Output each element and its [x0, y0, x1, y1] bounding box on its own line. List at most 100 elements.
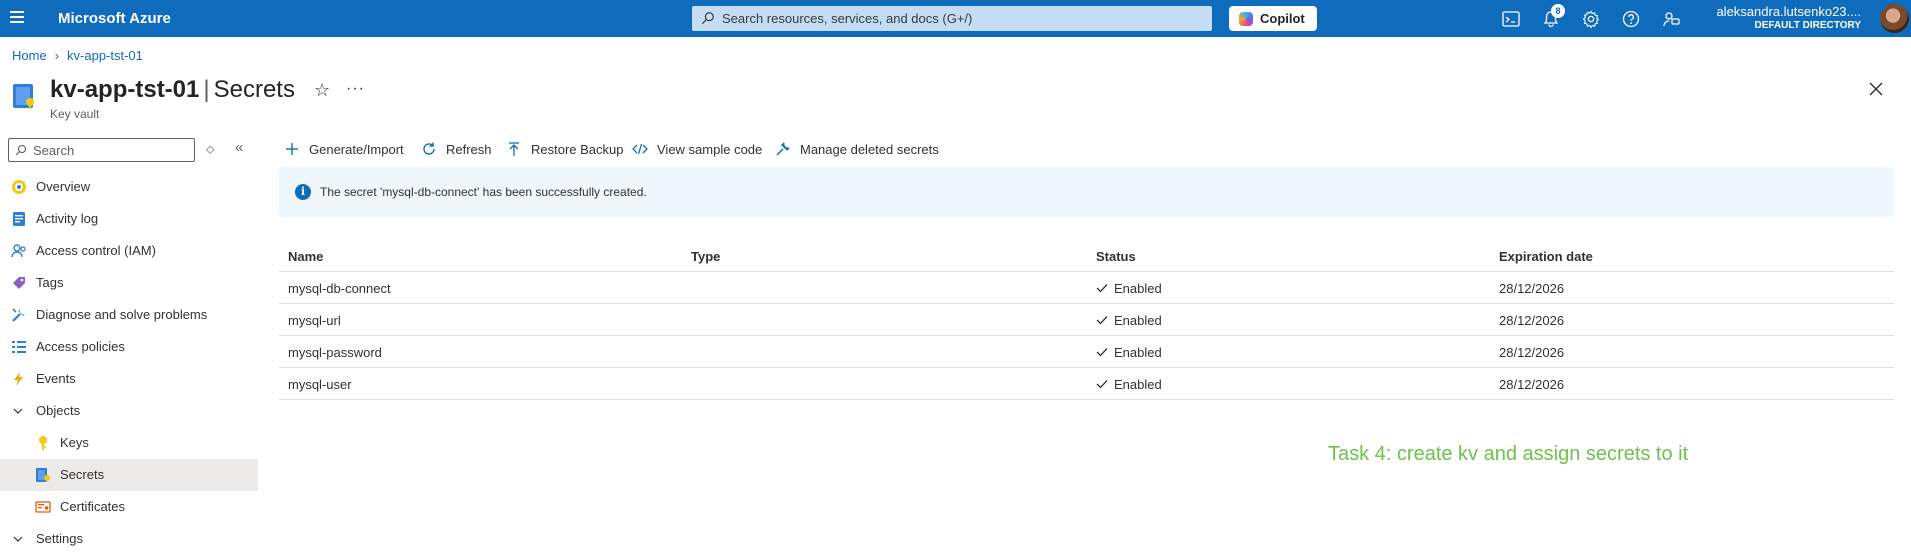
refresh-icon [423, 142, 435, 155]
key-vault-icon [13, 84, 34, 109]
collapse-sidebar-icon[interactable]: « [235, 139, 243, 156]
status-text: Enabled [1114, 281, 1162, 296]
sidebar-item-label: Objects [36, 403, 81, 418]
more-options-icon[interactable]: ··· [346, 80, 365, 98]
copilot-button[interactable]: Copilot [1229, 6, 1317, 31]
sidebar-group-objects[interactable]: Objects [0, 395, 258, 427]
view-sample-code-label: View sample code [657, 142, 763, 157]
close-icon[interactable] [1867, 80, 1885, 98]
search-icon [15, 144, 27, 156]
avatar[interactable] [1880, 4, 1909, 33]
sidebar-item-diagnose[interactable]: Diagnose and solve problems [0, 299, 258, 331]
sidebar-item-label: Access policies [36, 339, 125, 354]
secret-expiration: 28/12/2026 [1499, 377, 1565, 392]
feedback-icon[interactable] [1661, 9, 1681, 29]
notification-count-badge: 8 [1551, 4, 1565, 18]
sidebar-item-secrets[interactable]: Secrets [0, 459, 258, 491]
secrets-table: Name Type Status Expiration date mysql-d… [279, 240, 1894, 400]
secret-status: Enabled [1096, 377, 1162, 392]
sort-icon[interactable]: ⬦ [206, 142, 214, 157]
table-row[interactable]: mysql-user Enabled 28/12/2026 [279, 368, 1894, 400]
sidebar-item-access-policies[interactable]: Access policies [0, 331, 258, 363]
secret-name-link[interactable]: mysql-url [288, 313, 341, 328]
iam-icon [11, 244, 26, 258]
key-icon [39, 436, 47, 450]
user-account-button[interactable]: aleksandra.lutsenko23.... DEFAULT DIRECT… [1716, 4, 1861, 31]
checkmark-icon [1096, 380, 1108, 389]
copilot-icon [1239, 12, 1253, 26]
secret-status: Enabled [1096, 281, 1162, 296]
status-text: Enabled [1114, 345, 1162, 360]
column-header-status[interactable]: Status [1096, 249, 1136, 264]
table-row[interactable]: mysql-db-connect Enabled 28/12/2026 [279, 272, 1894, 304]
sidebar-item-label: Activity log [36, 211, 99, 226]
generate-import-label: Generate/Import [309, 142, 404, 157]
chevron-down-icon [13, 536, 23, 542]
search-icon [701, 12, 714, 25]
column-header-name[interactable]: Name [288, 249, 323, 264]
secret-name-link[interactable]: mysql-user [288, 377, 352, 392]
secret-name-link[interactable]: mysql-password [288, 345, 382, 360]
sidebar-item-iam[interactable]: Access control (IAM) [0, 235, 258, 267]
wrench-icon [776, 142, 790, 156]
sidebar-item-label: Access control (IAM) [36, 243, 156, 258]
sidebar-item-activity-log[interactable]: Activity log [0, 203, 258, 235]
checkmark-icon [1096, 284, 1108, 293]
resource-name: kv-app-tst-01 [50, 76, 200, 103]
secret-status: Enabled [1096, 313, 1162, 328]
lightning-icon [14, 372, 23, 386]
settings-gear-icon[interactable] [1581, 9, 1601, 29]
table-header: Name Type Status Expiration date [279, 240, 1894, 272]
checkmark-icon [1096, 348, 1108, 357]
breadcrumb: Home › kv-app-tst-01 [12, 48, 143, 63]
sidebar-item-label: Settings [36, 531, 83, 546]
table-row[interactable]: mysql-url Enabled 28/12/2026 [279, 304, 1894, 336]
title-separator: | [203, 76, 210, 103]
cloud-shell-icon[interactable] [1501, 9, 1521, 29]
help-question-icon[interactable] [1621, 9, 1641, 29]
breadcrumb-chevron-icon: › [54, 48, 60, 63]
banner-message: The secret 'mysql-db-connect' has been s… [320, 185, 647, 199]
overview-icon [12, 180, 26, 194]
plus-icon [286, 143, 298, 155]
info-icon: i [295, 184, 311, 200]
sidebar-item-keys[interactable]: Keys [0, 427, 258, 459]
column-header-type[interactable]: Type [691, 249, 720, 264]
sidebar-item-certificates[interactable]: Certificates [0, 491, 258, 523]
secret-status: Enabled [1096, 345, 1162, 360]
secret-expiration: 28/12/2026 [1499, 345, 1565, 360]
sidebar-item-label: Overview [36, 179, 91, 194]
breadcrumb-current[interactable]: kv-app-tst-01 [67, 48, 143, 63]
sidebar-item-events[interactable]: Events [0, 363, 258, 395]
sidebar-item-label: Keys [60, 435, 89, 450]
task-annotation: Task 4: create kv and assign secrets to … [1328, 443, 1689, 465]
status-text: Enabled [1114, 377, 1162, 392]
restore-backup-label: Restore Backup [531, 142, 624, 157]
page-title: kv-app-tst-01 | Secrets [50, 76, 295, 104]
status-text: Enabled [1114, 313, 1162, 328]
chevron-down-icon [13, 408, 23, 414]
brand-title[interactable]: Microsoft Azure [58, 10, 171, 27]
sidebar-item-tags[interactable]: Tags [0, 267, 258, 299]
certificate-icon [35, 501, 51, 513]
favorite-star-icon[interactable]: ☆ [314, 80, 330, 101]
secret-name-link[interactable]: mysql-db-connect [288, 281, 391, 296]
resource-type: Key vault [50, 107, 100, 121]
sidebar-item-label: Certificates [60, 499, 126, 514]
sidebar-item-label: Secrets [60, 467, 105, 482]
breadcrumb-home[interactable]: Home [12, 48, 47, 63]
refresh-label: Refresh [446, 142, 492, 157]
hamburger-menu-icon[interactable] [10, 11, 24, 23]
manage-deleted-secrets-label: Manage deleted secrets [800, 142, 939, 157]
column-header-expiration[interactable]: Expiration date [1499, 249, 1593, 264]
user-directory: DEFAULT DIRECTORY [1754, 20, 1861, 31]
sidebar-item-overview[interactable]: Overview [0, 171, 258, 203]
section-name: Secrets [213, 76, 295, 103]
code-icon [632, 143, 648, 155]
table-row[interactable]: mysql-password Enabled 28/12/2026 [279, 336, 1894, 368]
user-name: aleksandra.lutsenko23.... [1716, 4, 1861, 19]
upload-arrow-icon [509, 142, 519, 156]
global-search-input[interactable]: Search resources, services, and docs (G+… [692, 6, 1212, 31]
sidebar-group-settings[interactable]: Settings [0, 523, 258, 555]
sidebar-search-input[interactable]: Search [8, 138, 195, 162]
